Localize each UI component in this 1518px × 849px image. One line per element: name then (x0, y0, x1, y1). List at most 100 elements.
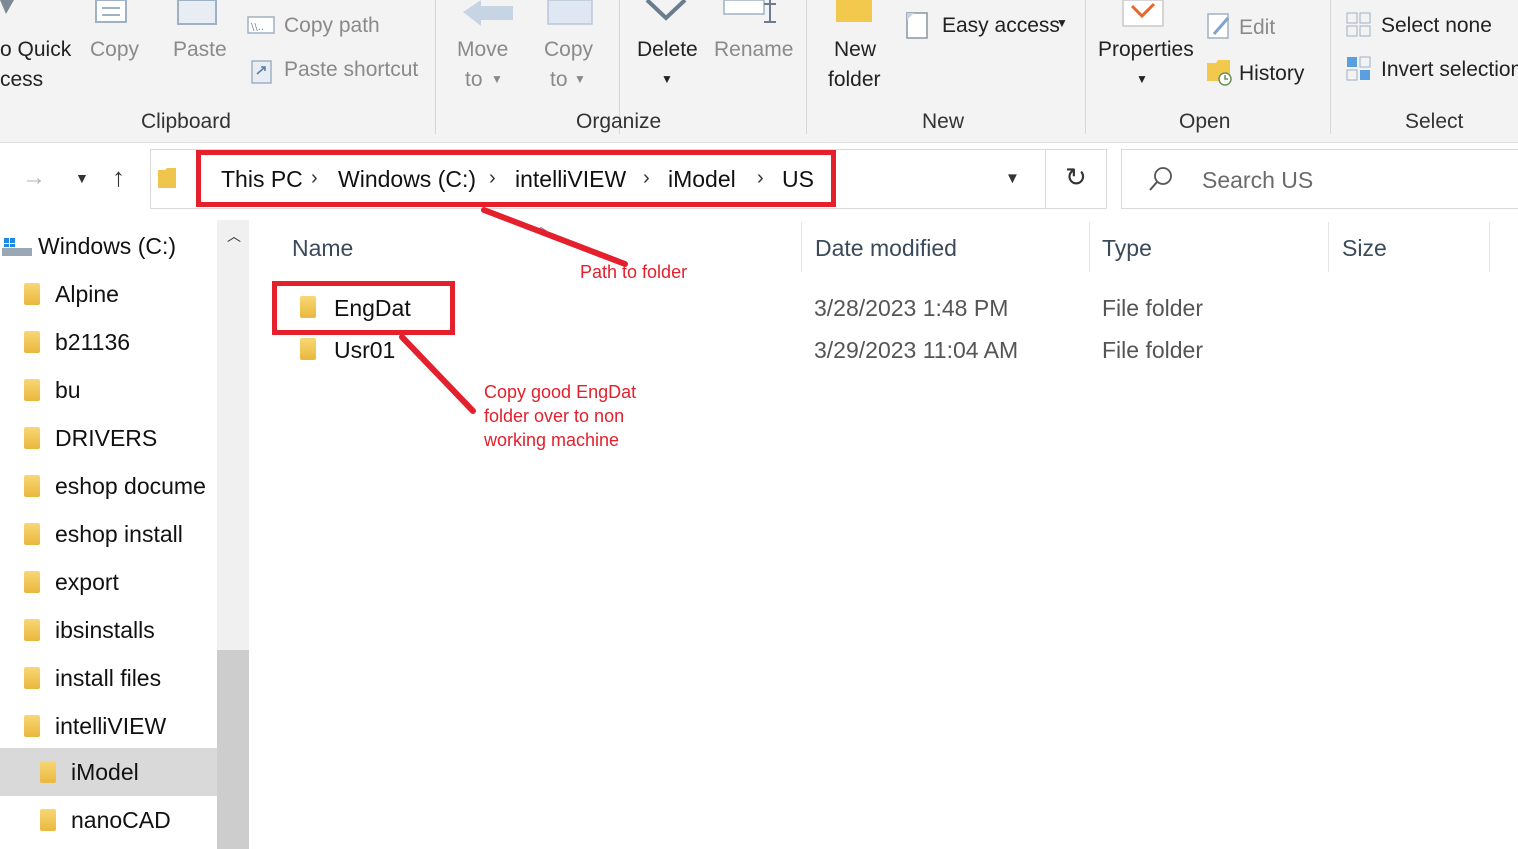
history-button[interactable]: History (1206, 57, 1316, 91)
nav-scrollbar-thumb[interactable] (217, 650, 249, 849)
chevron-down-icon: ▼ (1056, 16, 1068, 30)
nav-item-label: bu (55, 377, 81, 403)
nav-item-export[interactable]: export (0, 558, 217, 606)
select-none-label: Select none (1381, 14, 1492, 37)
nav-item-ibsinstalls[interactable]: ibsinstalls (0, 606, 217, 654)
ribbon-divider (435, 0, 436, 134)
nav-item-eshop-docume[interactable]: eshop docume (0, 462, 217, 510)
select-none-icon (1346, 12, 1371, 37)
column-header-date-modified[interactable]: Date modified (815, 235, 957, 262)
edit-button[interactable]: Edit (1206, 12, 1316, 44)
paste-label: Paste (173, 38, 227, 61)
properties-check-icon (1122, 0, 1164, 27)
copy-icon (95, 0, 127, 23)
table-row[interactable]: Usr01 3/29/2023 11:04 AM File folder (280, 329, 1480, 371)
ribbon-divider (806, 0, 807, 134)
rename-button[interactable]: Rename (712, 0, 794, 70)
delete-label: Delete (637, 38, 698, 61)
copy-path-icon: \\.. (247, 16, 275, 34)
nav-item-intelliview[interactable]: intelliVIEW (0, 702, 217, 750)
folder-icon (40, 761, 56, 783)
nav-item-bu[interactable]: bu (0, 366, 217, 414)
edit-pencil-icon (1207, 13, 1230, 39)
paste-shortcut-icon (251, 60, 272, 84)
recent-locations-chevron-icon[interactable]: ▼ (75, 170, 89, 186)
copy-to-button[interactable]: Copy to ▼ (540, 0, 600, 100)
annotation-box-path (196, 150, 836, 207)
nav-item-nanocad[interactable]: nanoCAD (0, 796, 217, 844)
pin-quick-access-button[interactable]: o Quick cess (0, 0, 72, 100)
up-arrow-icon[interactable]: ↑ (112, 162, 125, 193)
nav-item-label: eshop docume (55, 473, 206, 499)
copy-label: Copy (90, 38, 140, 61)
properties-button[interactable]: Properties ▼ (1096, 0, 1194, 100)
nav-item-b21136[interactable]: b21136 (0, 318, 217, 366)
file-type: File folder (1102, 295, 1203, 321)
folder-icon (40, 809, 56, 831)
column-header-size[interactable]: Size (1342, 235, 1387, 262)
pin-quick-access-label-1: o Quick (0, 38, 72, 61)
select-none-button[interactable]: Select none (1346, 12, 1511, 42)
invert-selection-button[interactable]: Invert selection (1346, 56, 1518, 86)
nav-item-install-files[interactable]: install files (0, 654, 217, 702)
column-divider[interactable] (1328, 222, 1329, 272)
search-box[interactable]: Search US (1121, 149, 1518, 209)
folder-icon (158, 168, 176, 188)
copy-to-label-2: to (550, 68, 568, 91)
new-folder-button[interactable]: New folder (822, 0, 892, 100)
nav-item-eshop-install[interactable]: eshop install (0, 510, 217, 558)
folder-icon (24, 331, 40, 353)
ribbon-divider (1085, 0, 1086, 134)
chevron-down-icon: ▼ (1136, 72, 1148, 86)
group-label-organize: Organize (576, 110, 662, 133)
history-icon (1207, 60, 1232, 86)
move-to-button[interactable]: Move to ▼ (455, 0, 515, 100)
pin-quick-access-label-2: cess (0, 68, 44, 91)
folder-icon (24, 523, 40, 545)
invert-selection-icon (1346, 56, 1371, 81)
nav-item-windows-c[interactable]: Windows (C:) (0, 222, 217, 270)
column-header-type[interactable]: Type (1102, 235, 1152, 262)
address-divider (1045, 150, 1046, 208)
refresh-icon[interactable]: ↻ (1065, 162, 1087, 193)
nav-item-label: iModel (71, 759, 139, 785)
delete-x-icon (645, 0, 687, 21)
annotation-copy-note-line: Copy good EngDat (484, 382, 637, 402)
nav-item-alpine[interactable]: Alpine (0, 270, 217, 318)
folder-icon (24, 475, 40, 497)
folder-icon (24, 571, 40, 593)
nav-item-drivers[interactable]: DRIVERS (0, 414, 217, 462)
move-to-label-2: to (465, 68, 483, 91)
paste-button[interactable]: Paste (170, 0, 230, 70)
folder-icon (24, 427, 40, 449)
easy-access-dropdown[interactable]: Easy access ▼ (904, 10, 1074, 44)
folder-icon (24, 667, 40, 689)
column-divider[interactable] (1489, 222, 1490, 272)
folder-icon (24, 283, 40, 305)
copy-button[interactable]: Copy (88, 0, 144, 70)
annotation-copy-note-line: working machine (484, 430, 620, 450)
scroll-up-chevron-icon[interactable]: ︿ (227, 226, 241, 246)
column-divider[interactable] (801, 222, 802, 272)
search-placeholder[interactable]: Search US (1202, 167, 1313, 194)
delete-button[interactable]: Delete ▼ (633, 0, 701, 100)
address-dropdown-chevron-icon[interactable]: ▼ (1005, 170, 1020, 187)
column-header-name[interactable]: Name (292, 235, 353, 262)
nav-item-imodel[interactable]: iModel (0, 748, 217, 796)
new-folder-label-2: folder (828, 68, 881, 91)
paste-shortcut-button[interactable]: Paste shortcut (251, 56, 431, 86)
rename-label: Rename (714, 38, 794, 61)
copy-to-label-1: Copy (544, 38, 594, 61)
table-row[interactable]: EngDat 3/28/2023 1:48 PM File folder (280, 287, 1480, 329)
forward-arrow-icon[interactable]: → (22, 164, 46, 192)
annotation-box-engdat (272, 281, 455, 335)
easy-access-icon (906, 12, 928, 39)
nav-item-label: DRIVERS (55, 425, 158, 451)
column-divider[interactable] (1089, 222, 1090, 272)
copy-path-label: Copy path (284, 14, 380, 37)
copy-path-button[interactable]: \\.. Copy path (247, 12, 427, 42)
annotation-path-note: Path to folder (580, 262, 688, 282)
drive-icon (2, 238, 32, 256)
group-label-select: Select (1405, 110, 1464, 133)
nav-item-label: Alpine (55, 281, 119, 307)
